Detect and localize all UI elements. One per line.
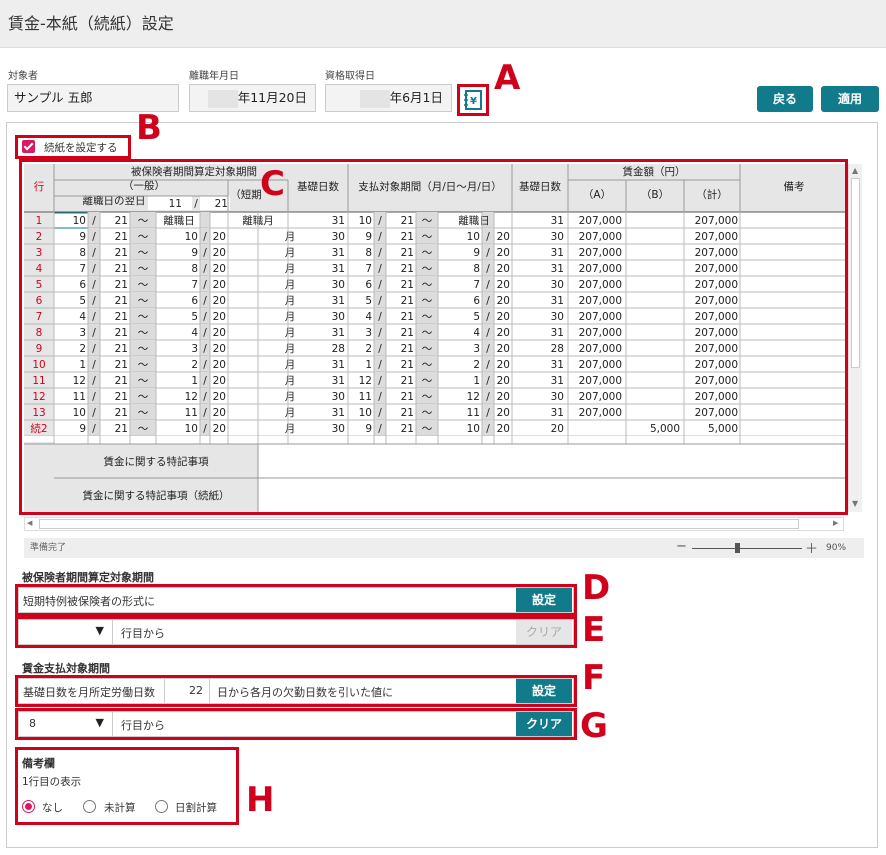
leave-date-field: 年11月20日 [189,84,316,112]
annotation-box-g [15,708,577,740]
scroll-left-icon[interactable]: ◀ [27,519,32,527]
scroll-down-icon[interactable]: ▼ [852,499,858,508]
zoom-slider-thumb[interactable] [735,543,740,553]
annotation-box-e [15,616,577,648]
note-subtitle: 1行目の表示 [22,776,82,788]
grid-vscroll-thumb[interactable] [851,178,860,368]
zoom-plus-icon[interactable]: ＋ [805,538,818,557]
grid-vertical-scrollbar[interactable]: ▲ ▼ [848,164,862,512]
page-title: 賃金-本紙（続紙）設定 [8,14,174,33]
back-button[interactable]: 戻る [757,86,813,112]
radio-daily-label: 日割計算 [175,802,217,814]
annotation-box-f [15,675,577,707]
annotation-f: F [582,658,606,698]
status-text: 準備完了 [30,543,67,553]
qual-date-label: 資格取得日 [325,71,375,82]
insured-period-section-title: 被保険者期間算定対象期間 [22,571,154,584]
qual-date-field: 年6月1日 [325,84,452,112]
annotation-b: B [136,108,162,148]
radio-daily[interactable] [155,800,168,813]
annotation-box-c [19,159,848,515]
yen-book-icon: ¥ [464,90,482,110]
annotation-a: A [494,58,521,98]
radio-uncalculated[interactable] [83,800,96,813]
radio-none-label: なし [42,802,63,814]
title-bar: 賃金-本紙（続紙）設定 [0,0,886,48]
continuation-checkbox[interactable] [22,140,35,153]
grid-hscroll-thumb[interactable] [39,519,799,529]
svg-text:¥: ¥ [470,96,477,107]
leave-date-label: 離職年月日 [189,71,239,82]
zoom-level: 90% [826,543,847,553]
annotation-d: D [582,568,611,608]
person-label: 対象者 [8,71,38,82]
redaction-mask [207,89,238,108]
scroll-right-icon[interactable]: ▶ [833,519,838,527]
radio-none[interactable] [22,800,35,813]
scroll-up-icon[interactable]: ▲ [852,166,858,175]
annotation-g: G [580,706,608,746]
radio-uncalculated-label: 未計算 [104,802,136,814]
annotation-box-d [15,584,577,616]
wage-calc-icon-button[interactable]: ¥ [457,84,489,116]
apply-button[interactable]: 適用 [821,86,879,112]
zoom-slider-track[interactable] [692,548,802,549]
annotation-c: C [260,164,285,204]
qual-date-value: 年6月1日 [389,90,443,105]
pay-period-section-title: 賃金支払対象期間 [22,662,110,675]
redaction-mask [359,89,390,108]
leave-date-value: 年11月20日 [237,90,307,105]
annotation-h: H [246,780,275,820]
grid-horizontal-scrollbar[interactable]: ◀ ▶ [24,517,844,531]
annotation-e: E [582,610,606,650]
zoom-minus-icon[interactable]: − [676,539,687,554]
continuation-checkbox-label: 続紙を設定する [44,142,118,154]
note-section-title: 備考欄 [22,757,55,770]
